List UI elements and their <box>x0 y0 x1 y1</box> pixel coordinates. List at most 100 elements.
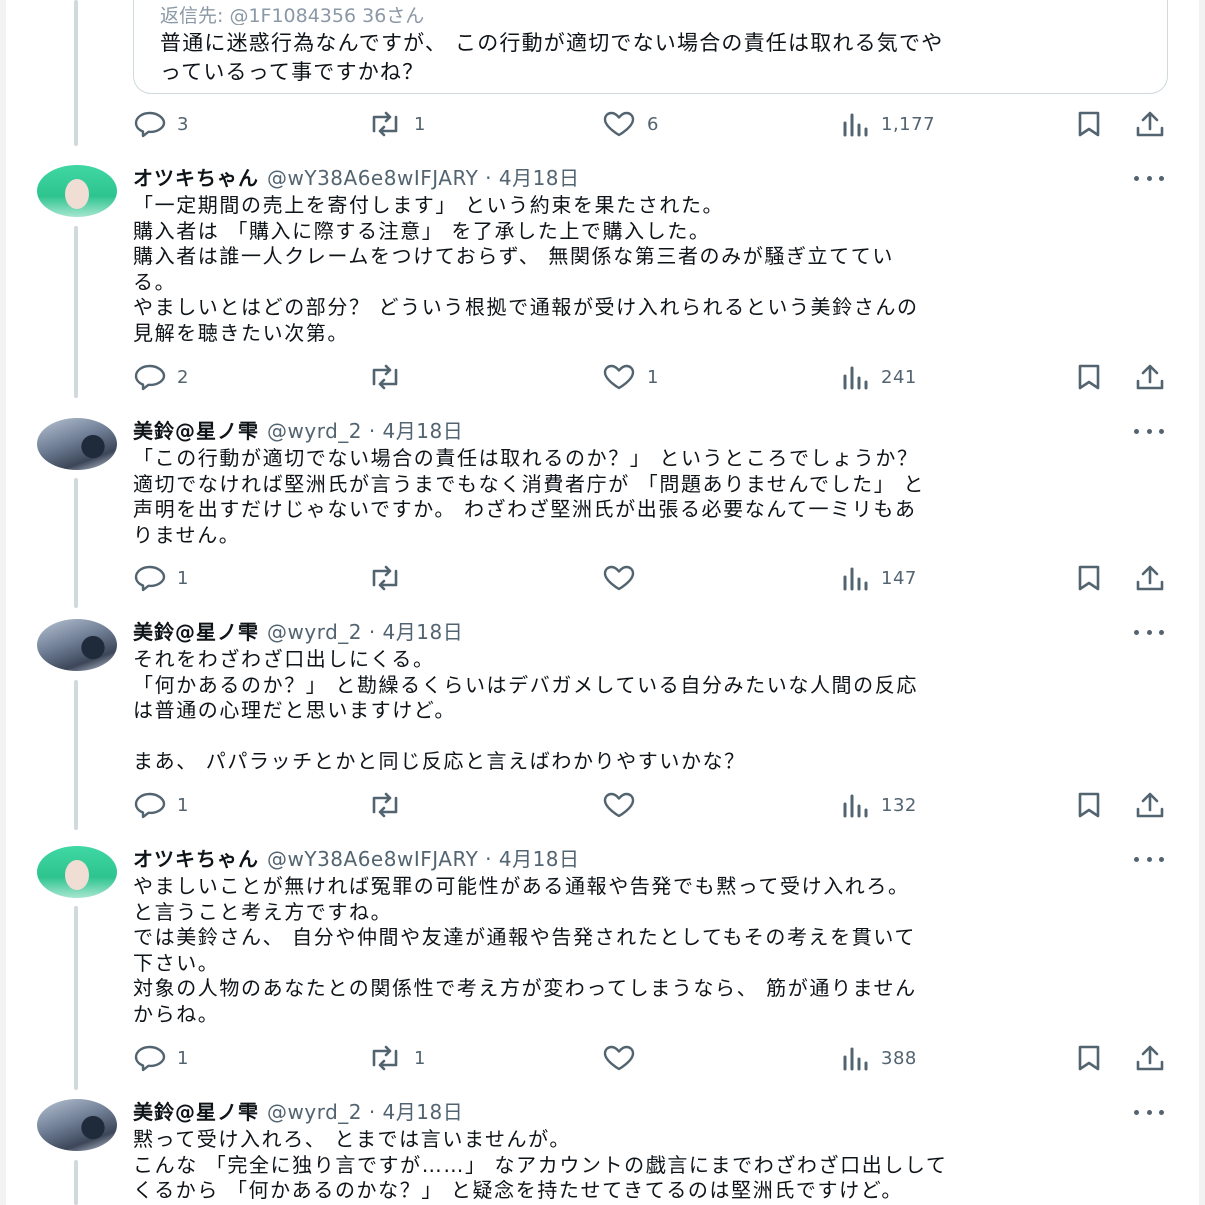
like-button[interactable] <box>601 1043 647 1073</box>
more-icon[interactable] <box>1133 418 1165 444</box>
bookmark-button[interactable] <box>1075 109 1113 139</box>
repost-icon <box>366 565 404 591</box>
like-button[interactable] <box>601 790 647 820</box>
thread-line <box>74 1160 78 1205</box>
repost-button[interactable] <box>366 790 414 820</box>
tweet-actions: 2 1 241 <box>133 362 1168 392</box>
display-name[interactable]: オツキちゃん <box>133 847 259 871</box>
repost-icon <box>366 111 404 137</box>
reply-button[interactable]: 1 <box>133 1043 189 1073</box>
tweet-text: それをわざわざ口出しにくる。 「何かあるのか？」 と勘繰るくらいはデバガメしてい… <box>133 647 918 773</box>
repost-icon <box>366 364 404 390</box>
like-button[interactable]: 1 <box>601 362 659 392</box>
share-button[interactable] <box>1134 109 1176 139</box>
tweet-text: やましいことが無ければ冤罪の可能性がある通報や告発でも黙って受け入れろ。 と言う… <box>133 874 917 1026</box>
tweet-header: 美鈴@星ノ雫 @wyrd_2 · 4月18日 <box>133 418 463 444</box>
like-icon <box>601 1044 637 1072</box>
views-icon <box>841 1045 871 1071</box>
like-button[interactable]: 6 <box>601 109 659 139</box>
thread-line <box>74 226 78 398</box>
display-name[interactable]: 美鈴@星ノ雫 <box>133 620 259 644</box>
like-button[interactable] <box>601 563 647 593</box>
right-edge <box>1199 0 1205 1205</box>
bookmark-icon <box>1075 110 1103 138</box>
avatar[interactable] <box>37 619 117 671</box>
tweet-actions: 3 1 6 1,177 <box>133 109 1168 139</box>
thread-line <box>74 478 78 608</box>
share-button[interactable] <box>1134 563 1176 593</box>
reply-button[interactable]: 1 <box>133 790 189 820</box>
reply-button[interactable]: 1 <box>133 563 189 593</box>
share-icon <box>1134 1044 1166 1072</box>
tweet-header: 美鈴@星ノ雫 @wyrd_2 · 4月18日 <box>133 619 463 645</box>
reply-count: 2 <box>177 366 189 388</box>
handle-and-date[interactable]: @wY38A6e8wIFJARY · 4月18日 <box>267 166 580 190</box>
views-count: 388 <box>881 1047 917 1069</box>
views-count: 132 <box>881 794 917 816</box>
tweet-header: オツキちゃん @wY38A6e8wIFJARY · 4月18日 <box>133 846 580 872</box>
bookmark-icon <box>1075 791 1103 819</box>
bookmark-icon <box>1075 1044 1103 1072</box>
repost-button[interactable] <box>366 362 414 392</box>
tweet-text: 「この行動が適切でない場合の責任は取れるのか？」 というところでしょうか？ 適切… <box>133 446 925 547</box>
display-name[interactable]: 美鈴@星ノ雫 <box>133 419 259 443</box>
like-icon <box>601 791 637 819</box>
quoted-tweet-text: 普通に迷惑行為なんですが、 この行動が適切でない場合の責任は取れる気でや ってい… <box>160 31 944 84</box>
bookmark-button[interactable] <box>1075 790 1113 820</box>
avatar[interactable] <box>37 418 117 470</box>
views-button[interactable]: 1,177 <box>841 109 935 139</box>
handle-and-date[interactable]: @wyrd_2 · 4月18日 <box>267 1100 463 1124</box>
thread-line <box>74 0 78 146</box>
bookmark-button[interactable] <box>1075 563 1113 593</box>
repost-count: 1 <box>414 113 426 135</box>
views-count: 1,177 <box>881 113 936 135</box>
more-icon[interactable] <box>1133 165 1165 191</box>
views-button[interactable]: 388 <box>841 1043 917 1073</box>
reply-button[interactable]: 2 <box>133 362 189 392</box>
tweet-actions: 1 1 388 <box>133 1043 1168 1073</box>
bookmark-icon <box>1075 564 1103 592</box>
share-icon <box>1134 363 1166 391</box>
handle-and-date[interactable]: @wyrd_2 · 4月18日 <box>267 620 463 644</box>
share-button[interactable] <box>1134 362 1176 392</box>
bookmark-button[interactable] <box>1075 1043 1113 1073</box>
reply-icon <box>133 363 167 391</box>
share-button[interactable] <box>1134 790 1176 820</box>
handle-and-date[interactable]: @wyrd_2 · 4月18日 <box>267 419 463 443</box>
thread-line <box>74 680 78 830</box>
tweet-text: 「一定期間の売上を寄付します」 という約束を果たされた。 購入者は 「購入に際す… <box>133 193 919 345</box>
share-button[interactable] <box>1134 1043 1176 1073</box>
repost-button[interactable] <box>366 563 414 593</box>
repost-button[interactable]: 1 <box>366 1043 426 1073</box>
reply-count: 1 <box>177 567 189 589</box>
reply-button[interactable]: 3 <box>133 109 189 139</box>
more-icon[interactable] <box>1133 846 1165 872</box>
like-count: 1 <box>647 366 659 388</box>
avatar[interactable] <box>37 1099 117 1151</box>
views-button[interactable]: 241 <box>841 362 917 392</box>
like-icon <box>601 110 637 138</box>
left-edge <box>0 0 6 1205</box>
bookmark-button[interactable] <box>1075 362 1113 392</box>
tweet-text: 黙って受け入れろ、 とまでは言いませんが。 こんな 「完全に独り言ですが……」 … <box>133 1127 948 1202</box>
reply-icon <box>133 110 167 138</box>
like-count: 6 <box>647 113 659 135</box>
views-button[interactable]: 147 <box>841 563 917 593</box>
share-icon <box>1134 791 1166 819</box>
thread-line <box>74 906 78 1090</box>
handle-and-date[interactable]: @wY38A6e8wIFJARY · 4月18日 <box>267 847 580 871</box>
avatar[interactable] <box>37 846 117 898</box>
more-icon[interactable] <box>1133 619 1165 645</box>
share-icon <box>1134 110 1166 138</box>
reply-icon <box>133 1044 167 1072</box>
repost-button[interactable]: 1 <box>366 109 426 139</box>
avatar[interactable] <box>37 165 117 217</box>
display-name[interactable]: オツキちゃん <box>133 166 259 190</box>
more-icon[interactable] <box>1133 1099 1165 1125</box>
repost-icon <box>366 792 404 818</box>
reply-to-label[interactable]: 返信先: @1F1084356 36さん <box>160 5 1141 25</box>
views-button[interactable]: 132 <box>841 790 917 820</box>
display-name[interactable]: 美鈴@星ノ雫 <box>133 1100 259 1124</box>
quoted-tweet-card[interactable]: 返信先: @1F1084356 36さん 普通に迷惑行為なんですが、 この行動が… <box>133 0 1168 94</box>
repost-icon <box>366 1045 404 1071</box>
